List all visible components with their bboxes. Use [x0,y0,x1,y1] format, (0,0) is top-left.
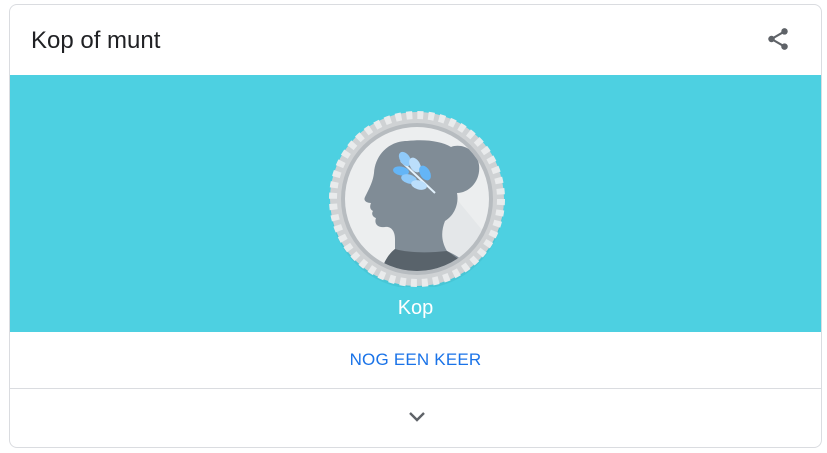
card-header: Kop of munt [10,5,821,75]
share-icon[interactable] [765,26,791,52]
chevron-down-icon [409,412,425,422]
coin-flip-card: Kop of munt Kop NOG EEN KEER [9,4,822,448]
flip-result-label: Kop [397,297,434,319]
coin-image [329,111,505,289]
card-title: Kop of munt [31,27,161,54]
coin-stage: Kop [10,75,821,332]
flip-again-button[interactable]: NOG EEN KEER [10,332,821,389]
expand-button[interactable] [10,389,821,447]
